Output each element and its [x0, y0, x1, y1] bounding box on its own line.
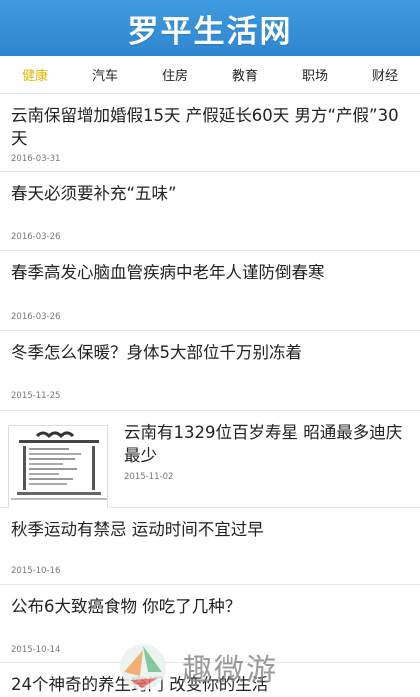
article-list: 云南保留增加婚假15天 产假延长60天 男方“产假”30天 2016-03-31…: [0, 94, 420, 697]
article-date: 2016-03-31: [11, 154, 61, 164]
article-headline[interactable]: 云南有1329位百岁寿星 昭通最多迪庆最少: [124, 421, 406, 467]
article-date: 2015-11-02: [124, 472, 174, 482]
article-headline[interactable]: 冬季怎么保暖？身体5大部位千万别冻着: [11, 341, 406, 364]
article-date: 2015-10-16: [11, 566, 61, 576]
article-date: 2015-11-25: [11, 391, 61, 401]
tab-housing[interactable]: 住房: [140, 65, 210, 84]
article-date: 2015-10-14: [11, 645, 61, 655]
tab-health[interactable]: 健康: [0, 65, 70, 84]
watermark: 趣微游: [118, 642, 318, 692]
article-date: 2016-03-26: [11, 232, 61, 242]
article-headline[interactable]: 秋季运动有禁忌 运动时间不宜过早: [11, 518, 406, 541]
tab-auto[interactable]: 汽车: [70, 65, 140, 84]
watermark-text: 趣微游: [182, 653, 278, 688]
tab-finance[interactable]: 财经: [350, 65, 420, 84]
list-item[interactable]: 春季高发心脑血管疾病中老年人谨防倒春寒 2016-03-26: [0, 251, 420, 331]
list-item[interactable]: 秋季运动有禁忌 运动时间不宜过早 2015-10-16: [0, 508, 420, 585]
article-headline[interactable]: 云南保留增加婚假15天 产假延长60天 男方“产假”30天: [11, 104, 406, 150]
watermark-logo-icon: [120, 644, 166, 690]
tab-education[interactable]: 教育: [210, 65, 280, 84]
article-headline[interactable]: 公布6大致癌食物 你吃了几种？: [11, 595, 406, 618]
article-headline[interactable]: 春季高发心脑血管疾病中老年人谨防倒春寒: [11, 261, 406, 284]
table-image-icon[interactable]: [8, 425, 108, 509]
thumbnail-graphic: [9, 426, 107, 508]
app-header: 罗平生活网: [0, 0, 420, 56]
tab-career[interactable]: 职场: [280, 65, 350, 84]
category-tabs: 健康 汽车 住房 教育 职场 财经: [0, 56, 420, 94]
list-item[interactable]: 云南保留增加婚假15天 产假延长60天 男方“产假”30天 2016-03-31: [0, 94, 420, 172]
list-item[interactable]: 云南有1329位百岁寿星 昭通最多迪庆最少 2015-11-02: [0, 411, 420, 509]
list-item[interactable]: 春天必须要补充“五味” 2016-03-26: [0, 172, 420, 251]
site-title: 罗平生活网: [127, 13, 293, 50]
list-item[interactable]: 冬季怎么保暖？身体5大部位千万别冻着 2015-11-25: [0, 331, 420, 411]
article-headline[interactable]: 春天必须要补充“五味”: [11, 182, 406, 205]
article-date: 2016-03-26: [11, 312, 61, 322]
